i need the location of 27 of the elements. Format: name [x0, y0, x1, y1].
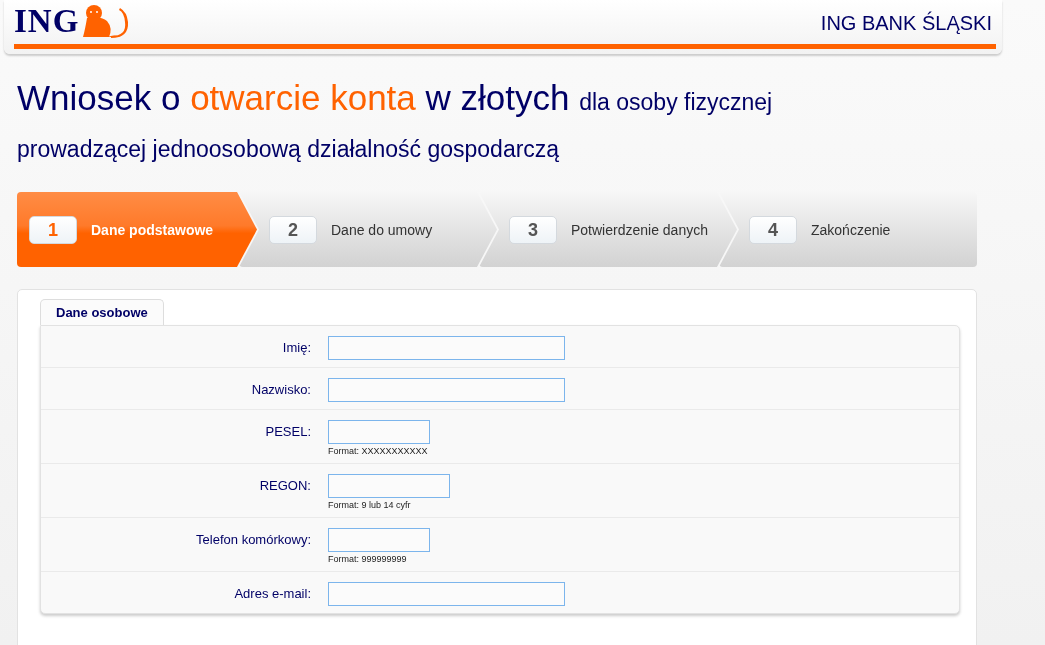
- form-tab[interactable]: Dane osobowe: [40, 299, 164, 325]
- field-label: PESEL:: [264, 423, 311, 441]
- step-label: Dane podstawowe: [91, 221, 214, 238]
- bank-name: ING BANK ŚLĄSKI: [820, 12, 992, 35]
- input-field[interactable]: [328, 336, 565, 360]
- page-title: Wniosek o otwarcie konta w złotych dla osoby fizycznej prowadzącej jednoosobową działalność gospodarczą: [17, 77, 774, 164]
- step-number: 1: [29, 215, 77, 244]
- field-label: Imię:: [281, 339, 311, 357]
- bank-logo-text: ING: [14, 4, 80, 38]
- step-label: Zakończenie: [811, 221, 891, 238]
- format-hint: Format: 999999999: [328, 554, 408, 564]
- input-field[interactable]: [328, 474, 450, 498]
- step-label: Potwierdzenie danych: [571, 221, 708, 238]
- format-hint: Format: 9 lub 14 cyfr: [328, 500, 412, 510]
- input-field[interactable]: [328, 528, 430, 552]
- field-label: Adres e-mail:: [233, 585, 311, 603]
- input-field[interactable]: [328, 378, 565, 402]
- input-field[interactable]: [328, 420, 430, 444]
- field-label: REGON:: [258, 477, 311, 495]
- format-hint: Format: XXXXXXXXXXX: [328, 446, 429, 456]
- step-label: Dane do umowy: [331, 221, 433, 238]
- field-label: Telefon komórkowy:: [195, 531, 311, 549]
- step-number: 4: [749, 215, 797, 244]
- field-label: Nazwisko:: [250, 381, 311, 399]
- step-number: 3: [509, 215, 557, 244]
- input-field[interactable]: [328, 582, 565, 606]
- step-number: 2: [269, 215, 317, 244]
